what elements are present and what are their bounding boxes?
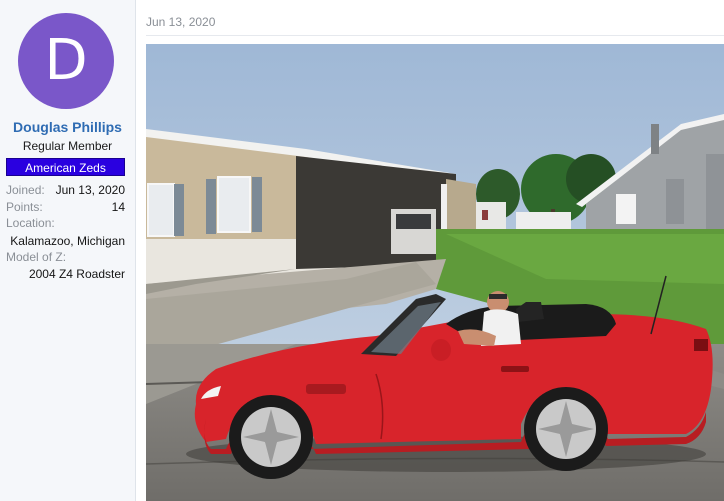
- points-value[interactable]: 14: [112, 200, 125, 214]
- username-link[interactable]: Douglas Phillips: [0, 119, 135, 135]
- post-author-sidebar: D Douglas Phillips Regular Member Americ…: [0, 0, 136, 501]
- attached-photo[interactable]: [146, 44, 724, 501]
- avatar[interactable]: D: [18, 13, 114, 109]
- location-value-row: Kalamazoo, Michigan: [6, 234, 125, 250]
- car-photo-illustration: [146, 44, 724, 501]
- location-label-row: Location:: [6, 216, 125, 232]
- front-wheel: [229, 395, 313, 479]
- model-label: Model of Z:: [6, 250, 67, 264]
- post-divider: [146, 35, 724, 36]
- location-label: Location:: [6, 216, 55, 230]
- joined-value: Jun 13, 2020: [55, 183, 125, 197]
- joined-row: Joined: Jun 13, 2020: [6, 183, 125, 199]
- user-title: Regular Member: [22, 139, 113, 153]
- post-date-link[interactable]: Jun 13, 2020: [146, 15, 215, 29]
- user-banner: American Zeds: [6, 158, 125, 176]
- joined-label: Joined:: [6, 183, 45, 197]
- rear-wheel: [524, 387, 608, 471]
- location-value[interactable]: Kalamazoo, Michigan: [10, 234, 125, 248]
- points-row: Points: 14: [6, 200, 125, 216]
- points-label: Points:: [6, 200, 43, 214]
- model-label-row: Model of Z:: [6, 250, 125, 266]
- model-value-row: 2004 Z4 Roadster: [6, 267, 125, 283]
- model-value: 2004 Z4 Roadster: [28, 267, 125, 281]
